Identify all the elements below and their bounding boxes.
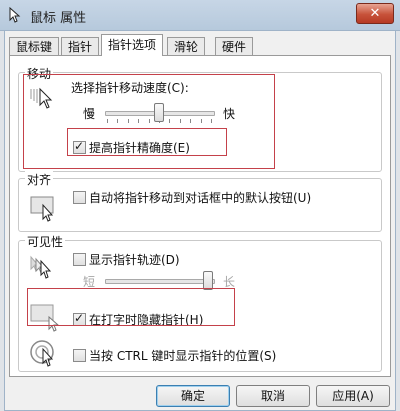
mouse-properties-dialog: 鼠标键 指针 指针选项 滑轮 硬件 移动 选择指针移动速度(C): 慢 快 提高…: [4, 30, 396, 411]
show-location-label: 当按 CTRL 键时显示指针的位置(S): [89, 349, 277, 363]
close-button[interactable]: ✕: [356, 3, 394, 24]
show-location-icon: [30, 340, 54, 367]
window-title: 鼠标 属性: [30, 11, 87, 26]
tab-buttons[interactable]: 鼠标键: [9, 37, 60, 56]
show-location-checkbox[interactable]: [73, 349, 86, 362]
mouse-icon: [9, 6, 21, 23]
tab-wheel[interactable]: 滑轮: [167, 37, 206, 56]
snap-to-checkbox[interactable]: [73, 191, 86, 204]
pointer-trails-label: 显示指针轨迹(D): [89, 253, 180, 267]
snap-to-icon: [30, 196, 54, 222]
tab-pointer-options[interactable]: 指针选项: [101, 34, 164, 56]
snap-to-group: 对齐 自动将指针移动到对话框中的默认按钮(U): [18, 171, 382, 232]
annotation-box-precision: [67, 128, 227, 156]
trail-length-slider-track[interactable]: [105, 279, 215, 284]
snap-to-group-title: 对齐: [25, 171, 54, 188]
snap-to-label: 自动将指针移动到对话框中的默认按钮(U): [89, 191, 312, 205]
pointer-trails-icon: [30, 255, 52, 279]
ok-button[interactable]: 确定: [156, 385, 230, 407]
cancel-button[interactable]: 取消: [236, 385, 310, 407]
apply-button[interactable]: 应用(A): [316, 385, 390, 407]
pointer-trails-checkbox[interactable]: [73, 253, 86, 266]
tab-pointers[interactable]: 指针: [61, 37, 100, 56]
annotation-box-hide-pointer: [27, 288, 235, 326]
tab-hardware[interactable]: 硬件: [215, 37, 254, 56]
visibility-group-title: 可见性: [25, 233, 66, 250]
title-bar: 鼠标 属性 ✕: [0, 0, 400, 31]
